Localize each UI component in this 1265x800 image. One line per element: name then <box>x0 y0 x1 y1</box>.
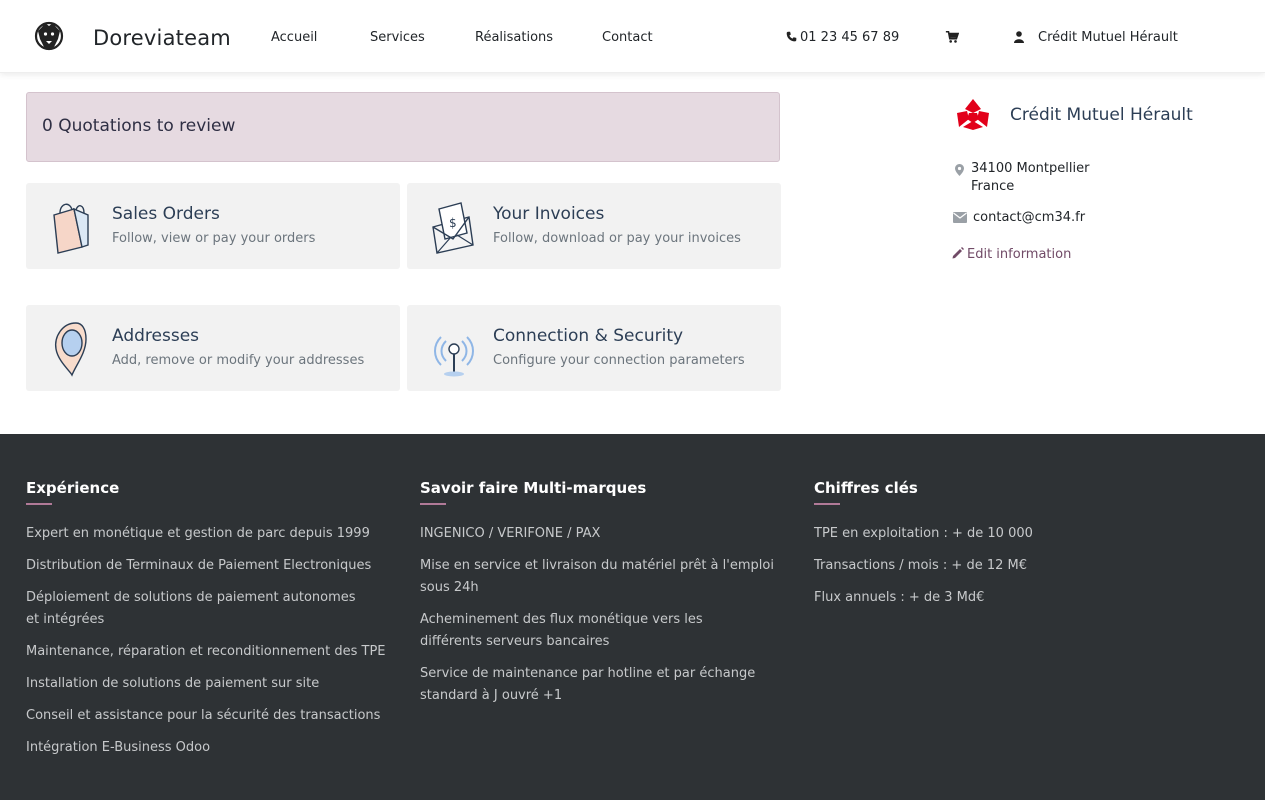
pencil-icon <box>952 247 964 259</box>
addresses-title: Addresses <box>112 326 200 346</box>
footer-item: Mise en service et livraison du matériel… <box>420 558 774 595</box>
invoices-title: Your Invoices <box>493 204 605 224</box>
quotations-count: 0 <box>42 116 53 136</box>
footer-item: Expert en monétique et gestion de parc d… <box>26 526 370 541</box>
footer-item: Conseil et assistance pour la sécurité d… <box>26 708 381 723</box>
quotations-text: 0 Quotations to review <box>42 116 235 136</box>
nav-accueil[interactable]: Accueil <box>271 30 317 45</box>
footer-item: TPE en exploitation : + de 10 000 <box>814 526 1033 541</box>
phone-link[interactable]: 01 23 45 67 89 <box>786 30 899 45</box>
sales-orders-card[interactable]: Sales Orders Follow, view or pay your or… <box>26 183 400 269</box>
edit-information-label: Edit information <box>967 247 1072 262</box>
map-marker-icon <box>955 164 964 176</box>
footer-heading-underline <box>814 503 840 505</box>
invoice-envelope-icon: $ <box>432 202 474 254</box>
svg-text:$: $ <box>449 216 457 230</box>
nav-realisations[interactable]: Réalisations <box>475 30 553 45</box>
cart-icon[interactable] <box>945 30 959 44</box>
footer-col-chiffres: Chiffres clés TPE en exploitation : + de… <box>814 479 1184 619</box>
security-desc: Configure your connection parameters <box>493 353 745 368</box>
nav-contact[interactable]: Contact <box>602 30 653 45</box>
footer-heading: Savoir faire Multi-marques <box>420 479 647 497</box>
footer-heading-underline <box>420 503 446 505</box>
company-email[interactable]: contact@cm34.fr <box>973 210 1085 225</box>
user-icon <box>1014 31 1024 43</box>
address-line-2: France <box>971 179 1015 194</box>
phone-icon <box>786 31 797 42</box>
lion-logo-icon[interactable] <box>34 19 64 53</box>
footer-item: Maintenance, réparation et reconditionne… <box>26 644 386 659</box>
footer-item: INGENICO / VERIFONE / PAX <box>420 526 601 541</box>
footer-item: Service de maintenance par hotline et pa… <box>420 666 756 703</box>
user-name: Crédit Mutuel Hérault <box>1038 30 1178 45</box>
envelope-icon <box>953 212 967 223</box>
quotations-label: Quotations to review <box>58 116 236 136</box>
brand-name[interactable]: Doreviateam <box>93 26 231 50</box>
addresses-desc: Add, remove or modify your addresses <box>112 353 365 368</box>
footer-col-experience: Expérience Expert en monétique et gestio… <box>26 479 396 769</box>
footer-item: Distribution de Terminaux de Paiement El… <box>26 558 372 573</box>
footer-heading: Chiffres clés <box>814 479 918 497</box>
addresses-card[interactable]: Addresses Add, remove or modify your add… <box>26 305 400 391</box>
footer-col-savoir-faire: Savoir faire Multi-marques INGENICO / VE… <box>420 479 790 717</box>
security-card[interactable]: Connection & Security Configure your con… <box>407 305 781 391</box>
user-menu[interactable]: Crédit Mutuel Hérault <box>1014 30 1178 45</box>
footer-item: Installation de solutions de paiement su… <box>26 676 320 691</box>
phone-number: 01 23 45 67 89 <box>800 30 900 45</box>
footer-item: Déploiement de solutions de paiement aut… <box>26 590 356 627</box>
map-pin-icon <box>55 322 87 377</box>
security-title: Connection & Security <box>493 326 684 346</box>
sales-orders-title: Sales Orders <box>112 204 220 224</box>
footer-heading: Expérience <box>26 479 120 497</box>
footer-item: Intégration E-Business Odoo <box>26 740 211 755</box>
nav-services[interactable]: Services <box>370 30 425 45</box>
address-line-1: 34100 Montpellier <box>971 161 1090 176</box>
antenna-icon <box>434 336 474 377</box>
top-navbar: Doreviateam Accueil Services Réalisation… <box>0 0 1265 73</box>
company-name: Crédit Mutuel Hérault <box>1010 105 1193 125</box>
footer: Expérience Expert en monétique et gestio… <box>0 434 1265 800</box>
edit-information-link[interactable]: Edit information <box>952 247 1071 262</box>
footer-item: Transactions / mois : + de 12 M€ <box>814 558 1028 573</box>
quotations-alert[interactable]: 0 Quotations to review <box>26 92 780 162</box>
invoices-desc: Follow, download or pay your invoices <box>493 231 741 246</box>
shopping-bag-icon <box>53 203 89 254</box>
sales-orders-desc: Follow, view or pay your orders <box>112 231 316 246</box>
invoices-card[interactable]: $ Your Invoices Follow, download or pay … <box>407 183 781 269</box>
footer-item: Flux annuels : + de 3 Md€ <box>814 590 985 605</box>
company-logo-icon <box>957 99 989 130</box>
footer-item: Acheminement des flux monétique vers les… <box>420 612 703 649</box>
footer-heading-underline <box>26 503 52 505</box>
